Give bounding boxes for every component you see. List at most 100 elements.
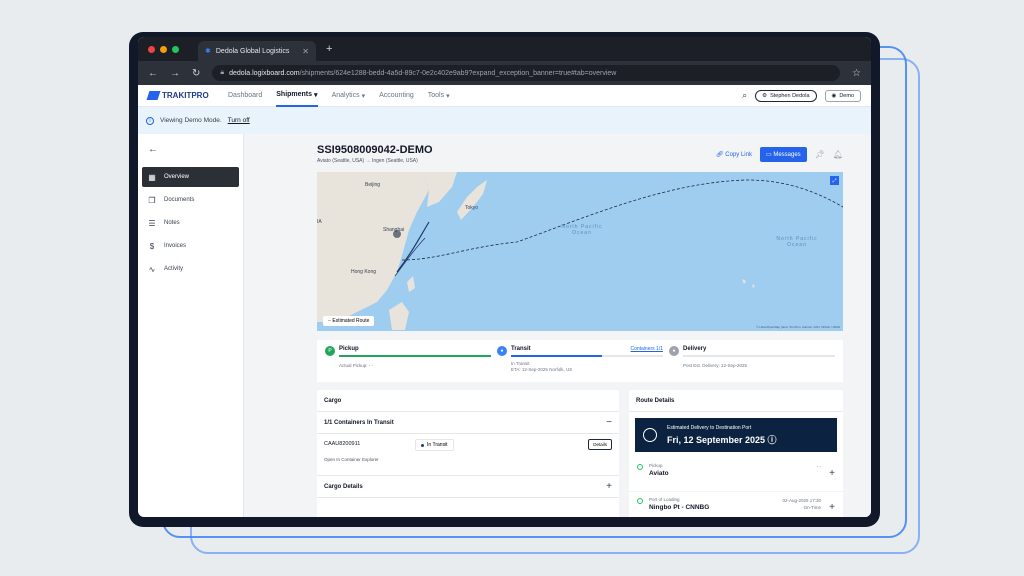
pin-icon[interactable]: 📌︎ <box>815 150 825 159</box>
new-tab-icon[interactable]: + <box>326 43 332 55</box>
estimated-route-label: Estimated Route <box>332 318 370 324</box>
tablet-frame: ✱ Dedola Global Logistics ✕ + ← → ↻ 🔒︎ d… <box>129 32 880 527</box>
info-icon: i <box>146 116 154 125</box>
chevron-down-icon: ▾ <box>446 92 450 100</box>
browser-tab[interactable]: ✱ Dedola Global Logistics ✕ <box>198 41 316 61</box>
eta-label: Estimated Delivery to Destination Port <box>667 424 752 431</box>
nav-dashboard[interactable]: Dashboard <box>228 85 262 107</box>
sidebar-item-notes[interactable]: ☰ Notes <box>142 213 239 233</box>
nav-tools[interactable]: Tools ▾ <box>428 85 450 107</box>
route-step-label: Port of Loading <box>649 497 680 502</box>
demo-mode-banner: i Viewing Demo Mode. Turn off <box>138 107 871 134</box>
minimize-window-dot[interactable] <box>160 45 167 53</box>
containers-section-toggle[interactable]: 1/1 Containers In Transit − <box>317 412 619 434</box>
forward-arrow-icon[interactable]: → <box>170 68 180 79</box>
bell-icon[interactable]: 🔔︎ <box>833 150 843 159</box>
sidebar-item-documents[interactable]: ❐ Documents <box>142 190 239 210</box>
sidebar-item-label: Invoices <box>164 243 187 249</box>
record-icon: ◉ <box>831 92 837 99</box>
stage-pickup: P Pickup Actual Pickup: - - <box>325 346 491 376</box>
pickup-pin-icon: P <box>325 346 335 356</box>
back-arrow-icon[interactable]: ← <box>148 68 158 79</box>
sidebar-item-overview[interactable]: ▦ Overview <box>142 167 239 187</box>
messages-label: Messages <box>773 151 801 158</box>
route-step-status: On-Time <box>803 505 821 511</box>
map-attribution: © Libre/OpenMap | Esri, TomTom, Garmin, … <box>756 325 840 329</box>
route-details-header: Route Details <box>629 390 843 412</box>
messages-button[interactable]: ▭ Messages <box>759 146 807 162</box>
cargo-header: Cargo <box>317 390 619 412</box>
copy-link-button[interactable]: 🔗︎ Copy Link <box>716 151 752 158</box>
route-step-date: 02-Aug-2025 17:30 <box>782 498 821 503</box>
back-arrow-icon[interactable]: ← <box>148 144 239 155</box>
asia-landmass <box>317 172 429 322</box>
main-content: SSI9508009042-DEMO Aviato (Seattle, USA)… <box>244 134 871 517</box>
containers-header-label: 1/1 Containers In Transit <box>324 419 394 426</box>
estimated-route-line <box>401 179 843 261</box>
browser-toolbar: ← → ↻ 🔒︎ dedola.logixboard.com/shipments… <box>138 61 871 85</box>
route-step: Pickup Aviato - - + <box>629 458 843 492</box>
status-dot-icon <box>421 443 424 447</box>
cargo-panel: Cargo 1/1 Containers In Transit − CAAU820… <box>317 390 619 517</box>
search-icon[interactable]: ⌕ <box>742 90 747 101</box>
route-map[interactable]: Beijing Tokyo Shanghai Hong Kong IA Nort… <box>317 172 843 331</box>
open-container-explorer-link[interactable]: Open In Container Explorer <box>324 457 612 462</box>
nav-dashboard-label: Dashboard <box>228 92 263 99</box>
trakitpro-logo[interactable]: TRAKITPRO <box>146 91 228 100</box>
details-button[interactable]: Details <box>588 439 612 450</box>
banner-text: Viewing Demo Mode. <box>160 117 222 124</box>
route-step-date: - - <box>816 464 821 469</box>
stage-transit-label: Transit <box>511 346 531 352</box>
chat-icon: ▭ <box>765 151 772 158</box>
expand-icon[interactable]: + <box>606 481 612 492</box>
philippines-landmass <box>389 302 409 330</box>
container-row: CAAU8200911 In Transit Details Open In C… <box>317 434 619 476</box>
close-window-dot[interactable] <box>148 45 155 53</box>
sidebar-item-activity[interactable]: ∿ Activity <box>142 259 239 279</box>
map-ocean-label: North Pacific Ocean <box>561 224 603 236</box>
containers-link[interactable]: Containers 1/1 <box>630 346 663 352</box>
collapse-icon[interactable]: − <box>606 417 612 428</box>
bookmark-star-icon[interactable]: ☆ <box>852 68 861 79</box>
reload-icon[interactable]: ↻ <box>192 68 200 79</box>
lock-icon: 🔒︎ <box>220 69 225 76</box>
stage-transit-fill <box>511 355 603 357</box>
cargo-details-label: Cargo Details <box>324 483 363 490</box>
stage-transit: ● Transit Containers 1/1 In Transit ETA: … <box>497 346 663 376</box>
grid-icon: ▦ <box>148 172 156 182</box>
stage-transit-bar <box>511 355 663 357</box>
nav-accounting[interactable]: Accounting <box>379 85 414 107</box>
demo-label: Demo <box>839 92 854 99</box>
sidebar-item-invoices[interactable]: $ Invoices <box>142 236 239 256</box>
eta-date: Fri, 12 September 2025 ⓘ <box>667 434 777 445</box>
expand-icon[interactable]: + <box>829 468 835 479</box>
stage-delivery-bar <box>683 355 835 357</box>
map-label-beijing: Beijing <box>365 182 381 188</box>
close-tab-icon[interactable]: ✕ <box>302 47 309 56</box>
sidebar-item-label: Documents <box>164 197 195 203</box>
maximize-window-dot[interactable] <box>172 45 179 53</box>
browser-window: ✱ Dedola Global Logistics ✕ + ← → ↻ 🔒︎ d… <box>138 37 871 517</box>
tab-favicon-icon: ✱ <box>205 48 211 55</box>
shipment-route: Aviato (Seattle, USA) → Ingen (Seattle, … <box>317 158 418 164</box>
tab-title: Dedola Global Logistics <box>215 47 290 55</box>
chevron-down-icon: ▾ <box>361 92 366 100</box>
cargo-details-toggle[interactable]: Cargo Details + <box>317 476 619 498</box>
documents-icon: ❐ <box>148 195 156 205</box>
route-step-label: Pickup <box>649 463 663 468</box>
container-number: CAAU8200911 <box>324 441 361 447</box>
stage-pickup-fill <box>339 355 491 357</box>
expand-map-icon[interactable]: ⤢ <box>830 176 839 185</box>
demo-mode-button[interactable]: ◉ Demo <box>824 89 861 102</box>
expand-icon[interactable]: + <box>829 502 835 513</box>
route-legend-icon: ┄ <box>328 318 332 324</box>
shipment-header: SSI9508009042-DEMO Aviato (Seattle, USA)… <box>317 144 843 164</box>
stage-pickup-sub: Actual Pickup: - - <box>339 363 374 368</box>
stage-delivery-label: Delivery <box>683 346 707 352</box>
sidebar: ← ▦ Overview ❐ Documents ☰ Notes $ Invoices … <box>138 134 244 517</box>
nav-shipments[interactable]: Shipments ▾ <box>276 85 318 107</box>
user-menu-button[interactable]: ⚙ Stephen Dedola <box>755 89 817 102</box>
address-bar[interactable]: 🔒︎ dedola.logixboard.com/shipments/624e1… <box>212 65 841 81</box>
nav-analytics[interactable]: Analytics ▾ <box>332 85 366 107</box>
turn-off-demo-link[interactable]: Turn off <box>228 117 250 124</box>
